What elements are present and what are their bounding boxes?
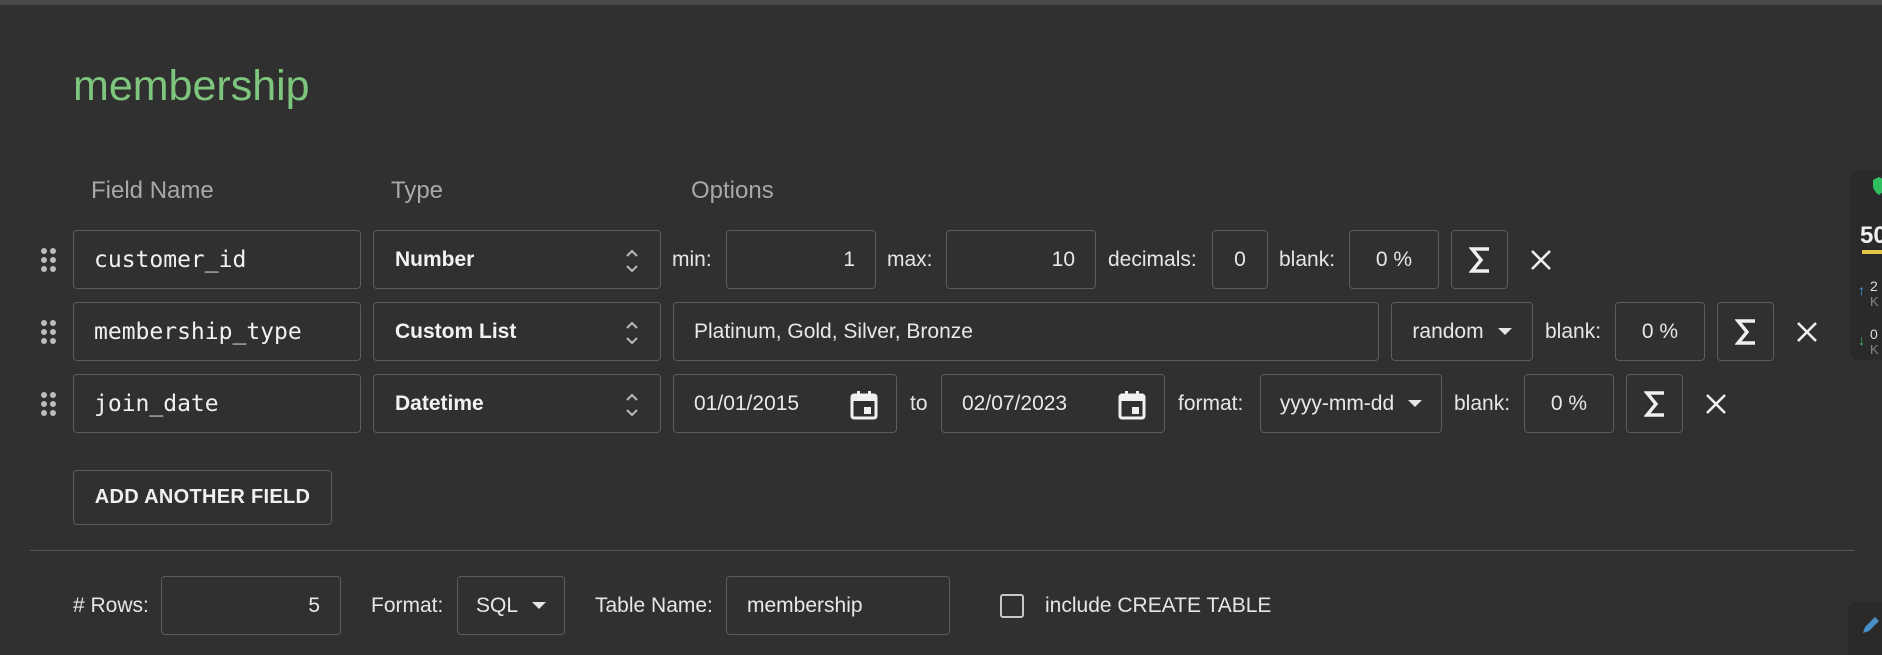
updown-arrows-icon [626, 393, 638, 417]
decimals-value: 0 [1234, 247, 1246, 271]
date-from-input[interactable]: 01/01/2015 [673, 374, 897, 433]
close-icon [1797, 322, 1817, 342]
extension-up-unit: K [1870, 294, 1879, 309]
type-value: Datetime [395, 391, 484, 415]
output-format-select[interactable]: SQL [457, 576, 565, 635]
remove-field-button[interactable] [1702, 390, 1730, 418]
rows-input[interactable]: 5 [161, 576, 341, 635]
extension-down-value: 0 [1870, 326, 1878, 342]
sigma-icon [1468, 246, 1489, 273]
custom-list-value: Platinum, Gold, Silver, Bronze [694, 319, 973, 343]
divider [30, 550, 1854, 551]
updown-arrows-icon [626, 321, 638, 345]
blank-input[interactable]: 0 % [1349, 230, 1439, 289]
max-value: 10 [1051, 247, 1075, 271]
blank-value: 0 % [1641, 319, 1679, 343]
field-name-input[interactable]: join_date [73, 374, 361, 433]
date-format-select[interactable]: yyyy-mm-dd [1260, 374, 1442, 433]
extension-score: 50 [1860, 222, 1882, 249]
field-name-value: membership_type [94, 318, 302, 345]
field-name-value: customer_id [94, 246, 247, 273]
decimals-input[interactable]: 0 [1212, 230, 1268, 289]
sigma-icon [1734, 318, 1755, 345]
drag-handle-icon[interactable] [41, 320, 57, 344]
order-value: random [1412, 319, 1484, 343]
output-format-label: Format: [371, 594, 444, 617]
extension-up-value: 2 [1870, 278, 1878, 294]
field-name-value: join_date [94, 390, 219, 417]
blank-label: blank: [1545, 320, 1602, 343]
table-name-label: Table Name: [595, 594, 713, 617]
close-icon [1531, 250, 1551, 270]
close-icon [1706, 394, 1726, 414]
field-name-input[interactable]: customer_id [73, 230, 361, 289]
max-input[interactable]: 10 [946, 230, 1096, 289]
blank-input[interactable]: 0 % [1615, 302, 1705, 361]
formula-button[interactable] [1451, 230, 1508, 289]
table-name-input[interactable]: membership [726, 576, 950, 635]
blank-input[interactable]: 0 % [1524, 374, 1614, 433]
caret-down-icon [532, 602, 547, 609]
shield-icon [1873, 177, 1882, 195]
min-input[interactable]: 1 [726, 230, 876, 289]
caret-down-icon [1408, 400, 1423, 407]
formula-button[interactable] [1626, 374, 1683, 433]
date-to-value: 02/07/2023 [962, 391, 1068, 415]
to-label: to [910, 392, 928, 415]
blank-label: blank: [1454, 392, 1511, 415]
drag-handle-icon[interactable] [41, 248, 57, 272]
extension-widget[interactable]: 50 ↑ 2 K ↓ 0 K [1850, 170, 1882, 360]
pencil-icon [1863, 617, 1879, 633]
header-field-name: Field Name [91, 177, 214, 204]
formula-button[interactable] [1717, 302, 1774, 361]
rows-value: 5 [308, 593, 320, 617]
table-name-value: membership [747, 593, 863, 617]
top-bar [0, 0, 1882, 5]
add-another-field-button[interactable]: ADD ANOTHER FIELD [73, 470, 332, 525]
up-arrow-icon: ↑ [1858, 282, 1865, 298]
caret-down-icon [1497, 328, 1512, 335]
type-select[interactable]: Number [373, 230, 661, 289]
output-format-value: SQL [475, 593, 519, 617]
sigma-icon [1643, 390, 1664, 417]
rows-label: # Rows: [73, 594, 149, 617]
type-value: Number [395, 247, 475, 271]
max-label: max: [887, 248, 933, 271]
format-label: format: [1178, 392, 1244, 415]
calendar-icon[interactable] [1118, 390, 1146, 420]
type-value: Custom List [395, 319, 517, 343]
header-options: Options [691, 177, 774, 204]
remove-field-button[interactable] [1793, 318, 1821, 346]
blank-value: 0 % [1550, 391, 1588, 415]
updown-arrows-icon [626, 249, 638, 273]
header-type: Type [391, 177, 444, 204]
custom-list-input[interactable]: Platinum, Gold, Silver, Bronze [673, 302, 1379, 361]
type-select[interactable]: Custom List [373, 302, 661, 361]
min-label: min: [672, 248, 712, 271]
blank-label: blank: [1279, 248, 1336, 271]
include-create-table-checkbox[interactable] [1000, 594, 1024, 618]
decimals-label: decimals: [1108, 248, 1197, 271]
remove-field-button[interactable] [1527, 246, 1555, 274]
blank-value: 0 % [1375, 247, 1413, 271]
date-from-value: 01/01/2015 [694, 391, 800, 415]
drag-handle-icon[interactable] [41, 392, 57, 416]
down-arrow-icon: ↓ [1858, 332, 1865, 348]
min-value: 1 [843, 247, 855, 271]
table-title: membership [73, 62, 310, 110]
include-create-table-label[interactable]: include CREATE TABLE [1045, 594, 1271, 618]
type-select[interactable]: Datetime [373, 374, 661, 433]
extension-corner-widget[interactable] [1848, 602, 1882, 655]
date-format-value: yyyy-mm-dd [1279, 391, 1395, 415]
calendar-icon[interactable] [850, 390, 878, 420]
extension-down-unit: K [1870, 342, 1879, 357]
date-to-input[interactable]: 02/07/2023 [941, 374, 1165, 433]
field-name-input[interactable]: membership_type [73, 302, 361, 361]
extension-bar [1862, 250, 1882, 254]
order-select[interactable]: random [1391, 302, 1533, 361]
